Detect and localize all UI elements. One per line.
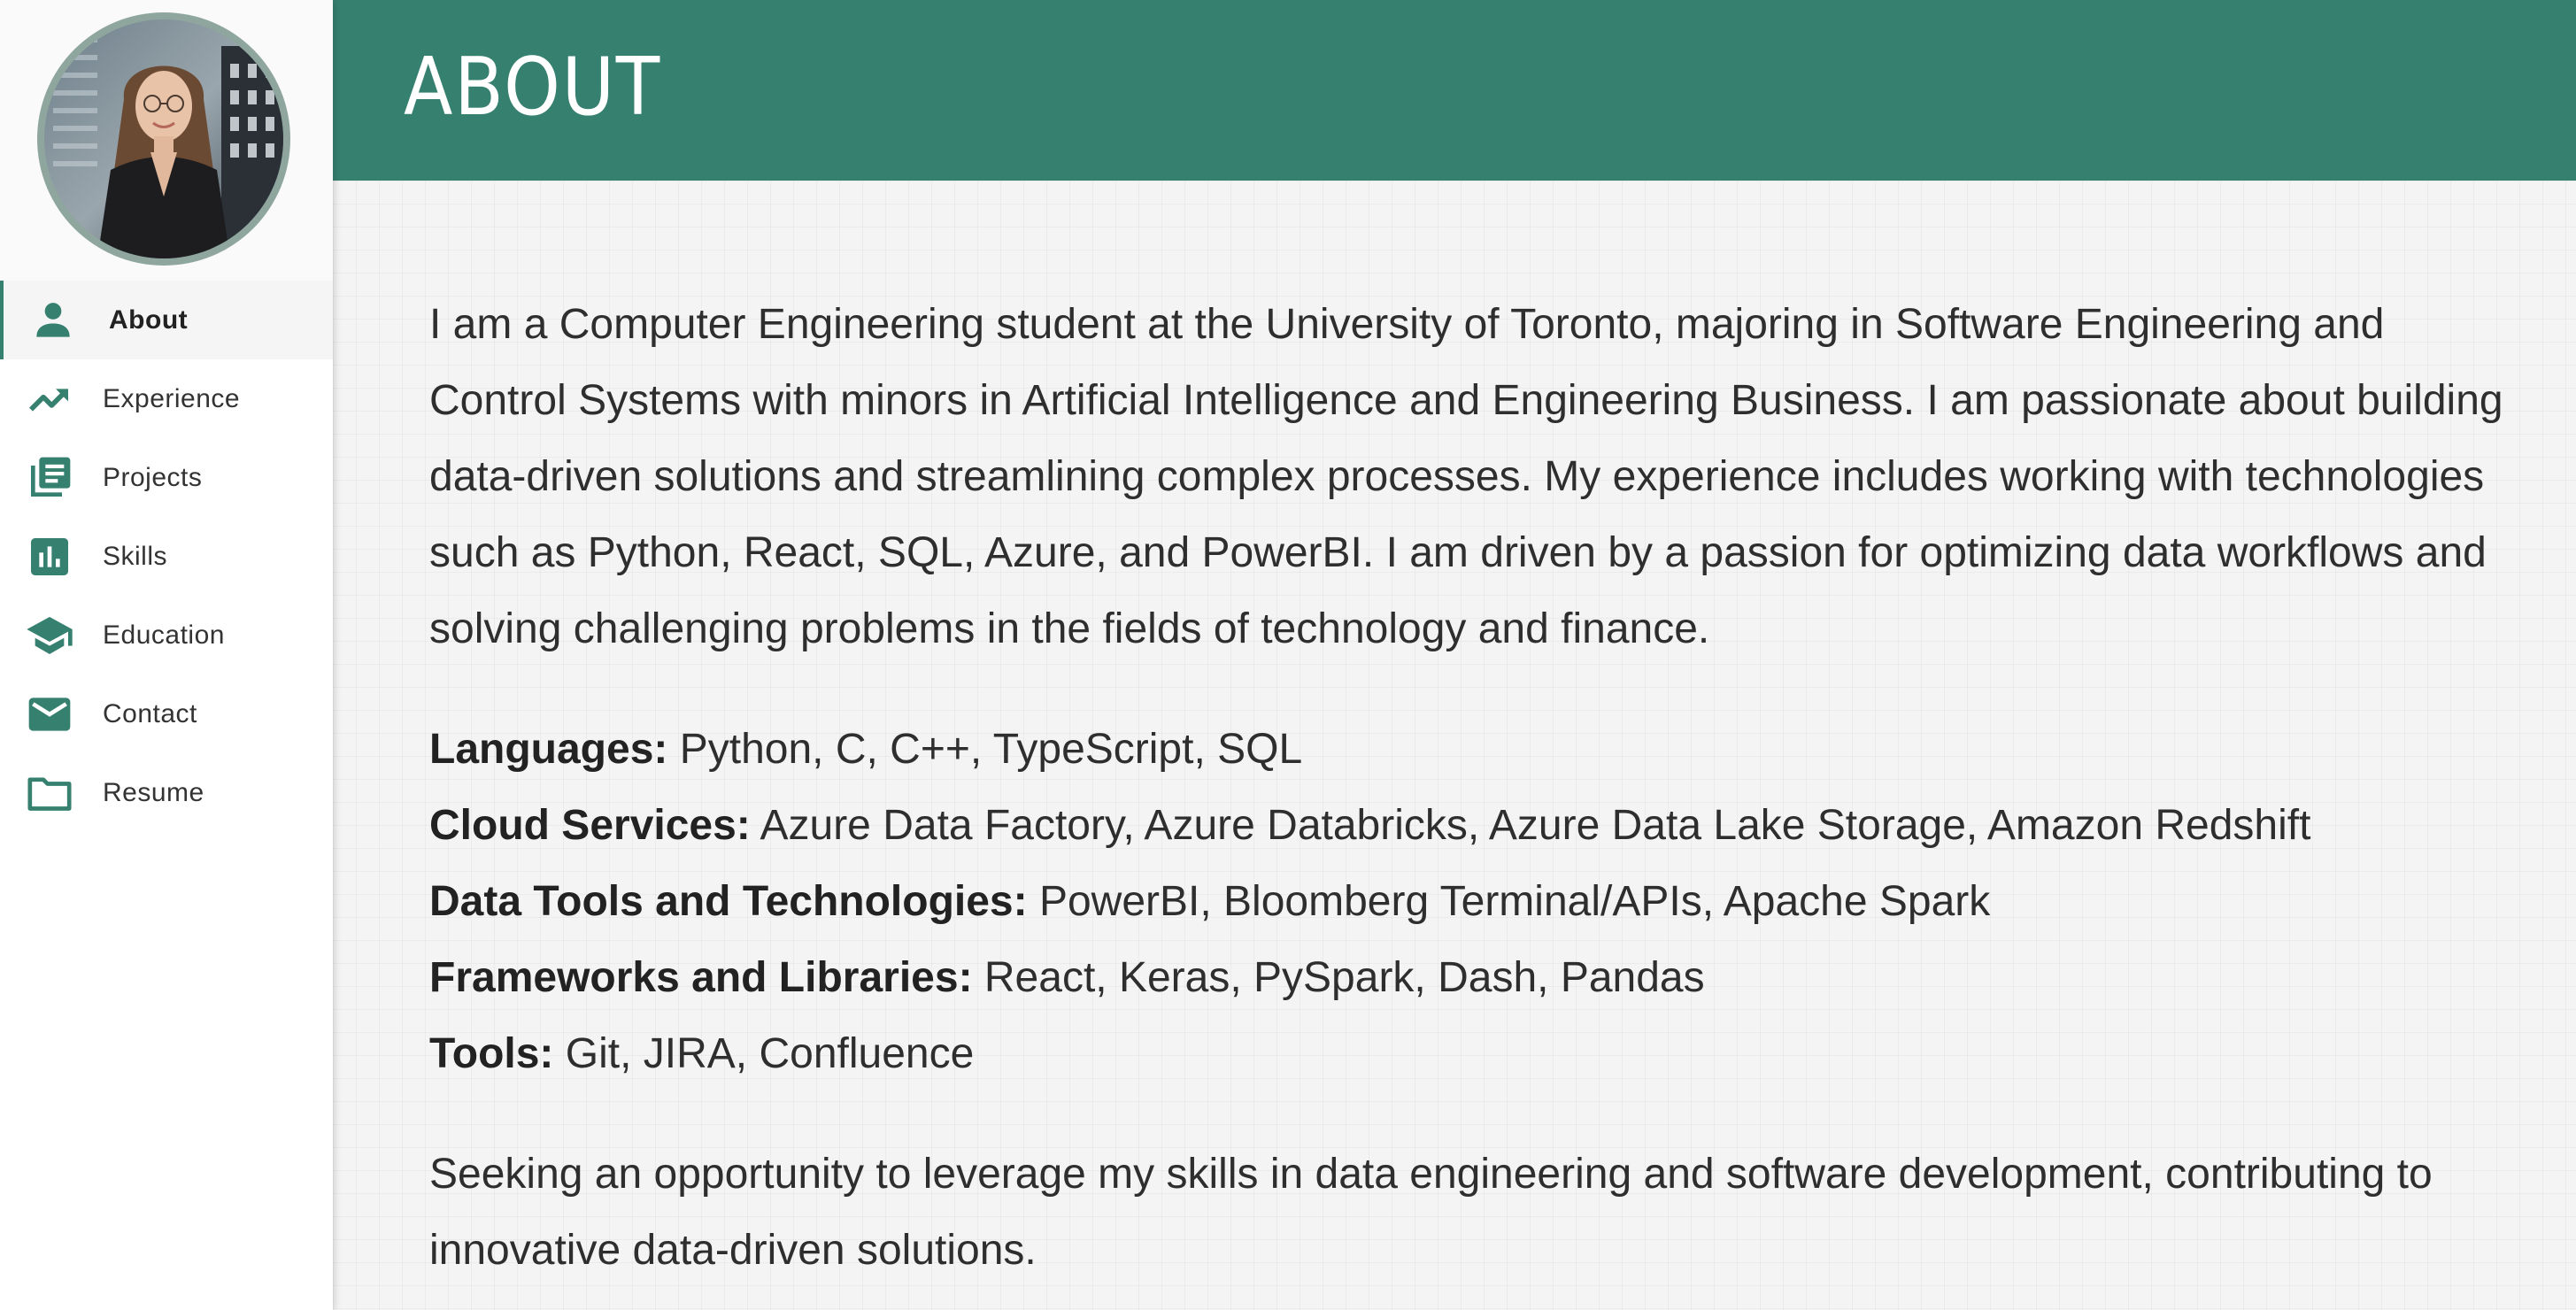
skill-key: Frameworks and Libraries: — [429, 954, 973, 1001]
bar-chart-icon — [25, 532, 74, 582]
avatar — [37, 12, 290, 266]
profile-photo — [44, 19, 283, 258]
skill-key: Data Tools and Technologies: — [429, 878, 1028, 925]
about-section: I am a Computer Engineering student at t… — [429, 287, 2518, 1289]
sidebar-item-label: Resume — [103, 777, 204, 807]
skill-key: Cloud Services: — [429, 802, 751, 849]
skill-key: Tools: — [429, 1030, 554, 1077]
main-content: I am a Computer Engineering student at t… — [333, 181, 2576, 1310]
sidebar-item-projects[interactable]: Projects — [0, 438, 333, 517]
skill-value: Git, JIRA, Confluence — [565, 1030, 975, 1077]
mail-icon — [25, 690, 74, 739]
page-header: ABOUT — [333, 0, 2576, 181]
article-stack-icon — [25, 453, 74, 503]
skill-line-tools: Tools: Git, JIRA, Confluence — [429, 1016, 2518, 1092]
profile-photo-image — [44, 19, 283, 258]
skill-key: Languages: — [429, 726, 668, 773]
sidebar-item-label: Experience — [103, 383, 241, 413]
sidebar: About Experience Projects Skills Educati… — [0, 0, 333, 1310]
profile-header — [0, 0, 333, 282]
skill-line-data-tools: Data Tools and Technologies: PowerBI, Bl… — [429, 864, 2518, 940]
skill-value: Python, C, C++, TypeScript, SQL — [679, 726, 1303, 773]
graduation-cap-icon — [25, 611, 74, 660]
skill-value: PowerBI, Bloomberg Terminal/APIs, Apache… — [1038, 878, 1991, 925]
about-intro: I am a Computer Engineering student at t… — [429, 301, 2503, 652]
sidebar-nav: About Experience Projects Skills Educati… — [0, 281, 333, 832]
sidebar-item-skills[interactable]: Skills — [0, 517, 333, 596]
trending-up-icon — [25, 374, 74, 424]
sidebar-item-label: About — [109, 304, 189, 335]
about-outro: Seeking an opportunity to leverage my sk… — [429, 1151, 2433, 1274]
sidebar-item-label: Projects — [103, 462, 203, 492]
skill-line-languages: Languages: Python, C, C++, TypeScript, S… — [429, 712, 2518, 788]
sidebar-item-label: Contact — [103, 698, 197, 728]
sidebar-item-contact[interactable]: Contact — [0, 674, 333, 753]
sidebar-item-label: Skills — [103, 541, 168, 571]
app: About Experience Projects Skills Educati… — [0, 0, 2576, 1310]
sidebar-item-label: Education — [103, 620, 225, 650]
sidebar-item-experience[interactable]: Experience — [0, 359, 333, 438]
sidebar-item-education[interactable]: Education — [0, 596, 333, 674]
skill-line-frameworks: Frameworks and Libraries: React, Keras, … — [429, 940, 2518, 1016]
skill-value: React, Keras, PySpark, Dash, Pandas — [983, 954, 1705, 1001]
folder-icon — [25, 768, 74, 818]
page-title: ABOUT — [404, 41, 662, 134]
sidebar-item-resume[interactable]: Resume — [0, 753, 333, 832]
skills-list: Languages: Python, C, C++, TypeScript, S… — [429, 712, 2518, 1092]
skill-line-cloud-services: Cloud Services: Azure Data Factory, Azur… — [429, 788, 2518, 864]
skill-value: Azure Data Factory, Azure Databricks, Az… — [760, 802, 2311, 849]
person-icon — [28, 296, 78, 345]
sidebar-item-about[interactable]: About — [0, 281, 333, 359]
